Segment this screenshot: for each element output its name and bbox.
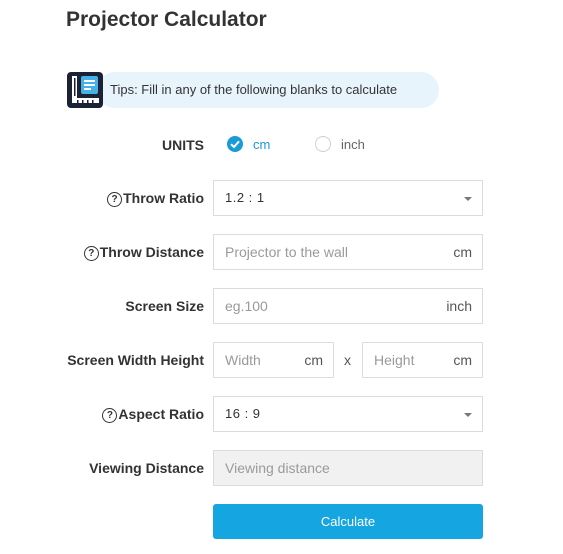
times-separator: x [344,352,351,368]
throw-distance-label: ? Throw Distance [83,244,204,261]
screen-size-unit: inch [446,298,472,314]
calculate-button[interactable]: Calculate [213,504,483,539]
help-icon[interactable]: ? [102,408,118,423]
throw-distance-input[interactable] [214,235,482,269]
ruler-icon [67,72,103,108]
throw-ratio-value: 1.2 : 1 [225,190,265,205]
screen-size-input[interactable] [214,289,482,323]
page-title: Projector Calculator [66,8,267,31]
screen-size-label: Screen Size [125,298,204,314]
screen-width-field: cm [213,342,334,378]
throw-ratio-label: ? Throw Ratio [107,190,204,207]
radio-checked-icon [227,136,243,152]
throw-ratio-select[interactable]: 1.2 : 1 [213,180,483,216]
tips-banner: Tips: Fill in any of the following blank… [67,72,439,108]
aspect-ratio-select[interactable]: 16 : 9 [213,396,483,432]
throw-distance-unit: cm [453,244,472,260]
help-icon[interactable]: ? [83,246,99,261]
screen-height-unit: cm [453,352,472,368]
unit-radio-inch[interactable]: inch [315,136,365,152]
throw-distance-field: cm [213,234,483,270]
aspect-ratio-value: 16 : 9 [225,406,261,421]
help-icon[interactable]: ? [107,192,123,207]
screen-size-field: inch [213,288,483,324]
unit-radio-cm[interactable]: cm [227,136,270,152]
aspect-ratio-label: ? Aspect Ratio [102,406,204,423]
caret-down-icon [464,197,472,201]
screen-width-unit: cm [304,352,323,368]
unit-inch-label: inch [341,136,365,152]
units-label: UNITS [162,137,204,153]
viewing-distance-label: Viewing Distance [89,460,204,476]
viewing-distance-output [214,451,482,485]
screen-height-field: cm [362,342,483,378]
caret-down-icon [464,413,472,417]
tips-text: Tips: Fill in any of the following blank… [110,82,398,97]
unit-cm-label: cm [253,136,271,152]
screen-wh-label: Screen Width Height [67,352,204,368]
viewing-distance-field [213,450,483,486]
radio-unchecked-icon [315,136,331,152]
